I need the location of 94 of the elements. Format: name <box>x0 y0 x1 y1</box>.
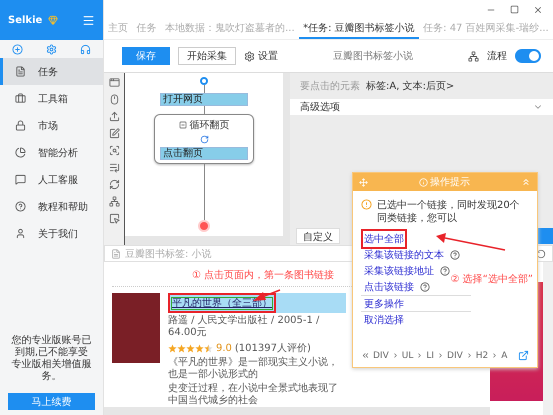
scrollbar[interactable] <box>104 407 490 415</box>
breadcrumb-item[interactable]: UL <box>402 350 414 360</box>
mouse-icon[interactable] <box>108 94 120 105</box>
briefcase-icon <box>15 93 26 104</box>
scan-icon[interactable] <box>108 145 120 156</box>
edit-icon[interactable] <box>108 128 120 139</box>
scrollbar[interactable] <box>283 73 290 236</box>
upload-icon[interactable] <box>108 111 120 122</box>
file-icon <box>15 66 26 77</box>
sidebar-item[interactable]: 关于我们 <box>0 220 103 247</box>
hierarchy-icon[interactable] <box>108 196 120 207</box>
settings-icon <box>244 50 255 62</box>
refresh-icon[interactable] <box>108 179 120 190</box>
star-icon <box>186 344 195 352</box>
page-icon <box>111 248 121 258</box>
separator-icon <box>392 352 399 359</box>
list-icon[interactable] <box>108 162 120 173</box>
back-icon[interactable] <box>361 351 370 360</box>
window-icon[interactable] <box>108 77 120 88</box>
sidebar-item[interactable]: 人工客服 <box>0 166 103 193</box>
option-link[interactable]: 取消选择 <box>364 314 404 326</box>
option-link[interactable]: 选中全部 <box>364 234 404 245</box>
custom-button[interactable]: 自定义 <box>296 228 340 244</box>
scrollbar[interactable] <box>543 262 553 415</box>
sidebar-item[interactable]: 智能分析 <box>0 139 103 166</box>
scrollbar[interactable] <box>125 236 290 245</box>
settings-button[interactable]: 设置 <box>244 49 278 63</box>
rating: 9.0 <box>216 342 232 354</box>
pointer-icon[interactable] <box>108 213 120 224</box>
tab[interactable]: *任务: 豆瓣图书标签小说 <box>299 20 419 39</box>
sidebar-item[interactable]: 任务 <box>0 58 103 85</box>
expiry-notice: 您的专业版账号已到期,已不能享受专业版相关增值服务。 <box>10 335 92 383</box>
flow-node[interactable]: 打开网页 <box>160 93 248 106</box>
help-icon[interactable] <box>440 266 450 276</box>
loop-block[interactable]: 循环翻页 点击翻页 <box>154 114 254 164</box>
breadcrumb-item[interactable]: DIV <box>447 350 463 360</box>
breadcrumb-item[interactable]: H2 <box>476 350 488 360</box>
diamond-icon <box>48 15 58 25</box>
sidebar-item[interactable]: 市场 <box>0 112 103 139</box>
element-value: 标签:A, 文本:后页> <box>366 80 454 93</box>
user-icon <box>15 228 26 239</box>
flow-node[interactable]: 点击翻页 <box>160 147 248 160</box>
sidebar-item[interactable]: 工具箱 <box>0 85 103 112</box>
star-icon <box>177 344 186 352</box>
chat-icon <box>15 174 26 185</box>
star-icon <box>195 344 204 352</box>
menu-icon[interactable] <box>82 14 95 26</box>
help-icon <box>15 201 26 212</box>
help-icon[interactable] <box>420 282 430 292</box>
breadcrumb-item[interactable]: LI <box>426 350 434 360</box>
vote-count: (101397人评价) <box>234 342 311 355</box>
external-link-icon[interactable] <box>518 350 529 361</box>
collapse-icon[interactable] <box>178 121 186 129</box>
loop-title: 循环翻页 <box>190 118 230 132</box>
app-name: Selkie <box>8 14 42 26</box>
advanced-options-dropdown[interactable]: 高级选项 <box>290 99 553 115</box>
info-icon <box>419 178 428 186</box>
breadcrumb-item[interactable]: A <box>501 350 508 360</box>
sidebar-item[interactable]: 教程和帮助 <box>0 193 103 220</box>
book-description: 《平凡的世界》是一部现实主义小说，也是一部小说形式的 <box>168 357 339 381</box>
separator-icon <box>466 352 473 359</box>
pie-chart-icon <box>15 147 26 158</box>
flow-toggle[interactable] <box>515 49 541 63</box>
maximize-icon[interactable] <box>510 5 519 14</box>
element-label: 要点击的元素 <box>300 80 360 93</box>
popup-message: 已选中一个链接，同时发现20个同类链接，您可以 <box>377 199 521 225</box>
separator-icon <box>437 352 444 359</box>
book-meta: 路遥 / 人民文学出版社 / 2005-1 / 64.00元 <box>168 315 320 339</box>
headphones-icon[interactable] <box>80 44 92 54</box>
popup-title: 操作提示 <box>430 176 470 189</box>
breadcrumb-item[interactable]: DIV <box>373 350 389 360</box>
option-link[interactable]: 采集该链接地址 <box>364 266 434 277</box>
star-icon <box>168 344 177 352</box>
separator-icon <box>416 352 424 359</box>
photo-placeholder <box>112 293 160 363</box>
option-link[interactable]: 采集该链接的文本 <box>364 250 444 261</box>
start-node-icon <box>200 77 208 85</box>
close-icon[interactable] <box>533 4 543 15</box>
lock-icon <box>15 120 26 131</box>
loop-icon <box>200 135 208 144</box>
start-button[interactable]: 开始采集 <box>178 47 236 65</box>
warning-icon <box>361 199 372 210</box>
star-icon <box>204 344 213 352</box>
help-icon[interactable] <box>450 250 460 260</box>
task-title: 豆瓣图书标签小说 <box>332 50 414 63</box>
flow-label: 流程 <box>487 50 507 63</box>
end-node-icon <box>200 222 208 230</box>
add-icon[interactable] <box>12 44 23 54</box>
annotation-arrow <box>436 233 506 251</box>
hierarchy-icon <box>468 50 479 62</box>
book-description: 史变迁过程，在小说中全景式地表现了中国当代城乡的社会 <box>168 383 339 407</box>
settings-icon[interactable] <box>46 44 57 54</box>
separator-icon <box>491 352 498 359</box>
option-link[interactable]: 更多操作 <box>364 298 404 310</box>
